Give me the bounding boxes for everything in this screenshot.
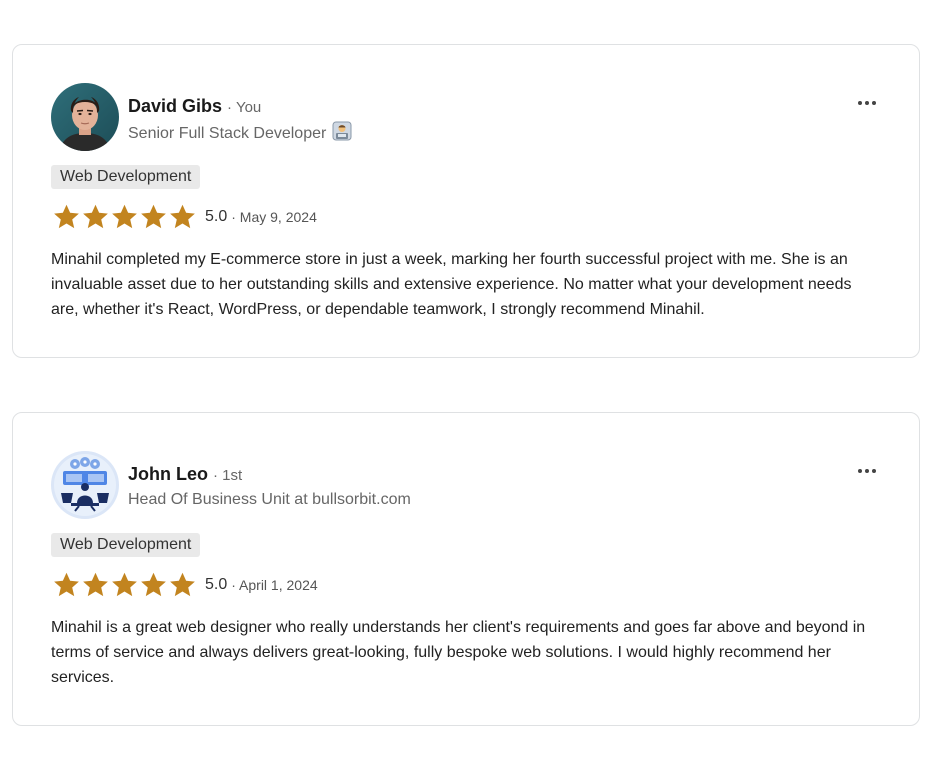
- more-options-icon: [858, 469, 876, 473]
- reviewer-headline: Head Of Business Unit at bullsorbit.com: [128, 491, 411, 508]
- review-card: David Gibs · You Senior Full Stack Devel…: [12, 44, 920, 358]
- avatar[interactable]: [51, 451, 119, 519]
- star-icon: [141, 204, 166, 229]
- review-card: John Leo · 1st Head Of Business Unit at …: [12, 412, 920, 726]
- review-text: Minahil completed my E-commerce store in…: [51, 251, 852, 318]
- avatar[interactable]: [51, 83, 119, 151]
- reviewer-name-line: John Leo · 1st: [128, 463, 242, 487]
- rating-row: 5.0 · April 1, 2024: [52, 570, 318, 600]
- rating-row: 5.0 · May 9, 2024: [52, 202, 317, 232]
- skill-tag: Web Development: [51, 165, 201, 189]
- reviewer-name-line: David Gibs · You: [128, 95, 261, 119]
- review-date: · April 1, 2024: [231, 577, 318, 593]
- star-icon: [54, 204, 79, 229]
- rating-score: 5.0: [205, 576, 228, 593]
- review-date: · May 9, 2024: [231, 209, 317, 225]
- technologist-emoji-icon: [332, 121, 352, 148]
- headline-text: Senior Full Stack Developer: [128, 125, 327, 142]
- star-icon: [112, 204, 137, 229]
- more-options-icon: [858, 101, 876, 105]
- reviewer-name[interactable]: John Leo: [128, 464, 208, 484]
- star-icon: [112, 572, 137, 597]
- reviewer-headline: Senior Full Stack Developer: [128, 121, 352, 148]
- skill-tag: Web Development: [51, 533, 201, 557]
- star-icon: [141, 572, 166, 597]
- star-rating: [52, 203, 197, 231]
- connection-degree: · 1st: [213, 467, 243, 484]
- reviewer-name[interactable]: David Gibs: [128, 96, 222, 116]
- connection-degree: · You: [227, 99, 262, 116]
- rating-score: 5.0: [205, 208, 228, 225]
- star-icon: [170, 204, 195, 229]
- review-text: Minahil is a great web designer who real…: [51, 619, 866, 686]
- star-icon: [54, 572, 79, 597]
- more-options-button[interactable]: [855, 91, 879, 115]
- star-icon: [170, 572, 195, 597]
- star-rating: [52, 571, 197, 599]
- star-icon: [83, 572, 108, 597]
- more-options-button[interactable]: [855, 459, 879, 483]
- star-icon: [83, 204, 108, 229]
